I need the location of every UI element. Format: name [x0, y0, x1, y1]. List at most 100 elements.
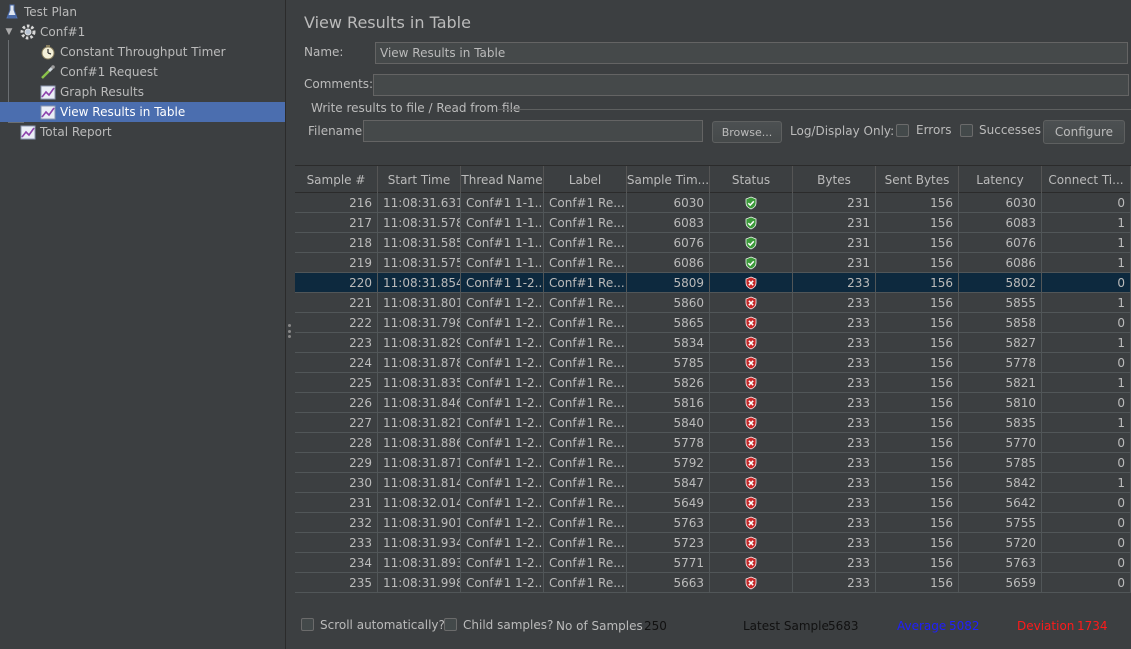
tree-item-view-results-in-table[interactable]: View Results in Table [0, 102, 285, 122]
cell-latency: 5827 [959, 333, 1042, 353]
error-shield-icon [710, 293, 793, 313]
comments-field[interactable] [373, 74, 1129, 96]
log-display-label: Log/Display Only: [790, 124, 895, 138]
table-row[interactable]: 234 11:08:31.893 Conf#1 1-2... Conf#1 Re...… [295, 553, 1131, 573]
name-field[interactable]: View Results in Table [375, 42, 1128, 64]
column-header[interactable]: Bytes [793, 166, 876, 193]
table-row[interactable]: 226 11:08:31.846 Conf#1 1-2... Conf#1 Re...… [295, 393, 1131, 413]
cell-bytes: 233 [793, 373, 876, 393]
cell-label: Conf#1 Re... [544, 253, 627, 273]
error-shield-icon [710, 313, 793, 333]
table-row[interactable]: 218 11:08:31.585 Conf#1 1-1... Conf#1 Re...… [295, 233, 1131, 253]
cell-sample: 218 [295, 233, 378, 253]
no-of-samples-label: No of Samples [556, 619, 643, 633]
tree-item-total-report[interactable]: Total Report [0, 122, 285, 142]
table-row[interactable]: 227 11:08:31.821 Conf#1 1-2... Conf#1 Re...… [295, 413, 1131, 433]
cell-connect: 0 [1042, 393, 1131, 413]
cell-sample: 223 [295, 333, 378, 353]
child-samples-checkbox[interactable] [444, 618, 457, 631]
table-row[interactable]: 231 11:08:32.014 Conf#1 1-2... Conf#1 Re...… [295, 493, 1131, 513]
cell-connect: 1 [1042, 473, 1131, 493]
tree-item-constant-throughput-timer[interactable]: Constant Throughput Timer [0, 42, 285, 62]
table-row[interactable]: 217 11:08:31.578 Conf#1 1-1... Conf#1 Re...… [295, 213, 1131, 233]
cell-sent: 156 [876, 513, 959, 533]
cell-sample: 227 [295, 413, 378, 433]
errors-checkbox[interactable] [896, 124, 909, 137]
cell-connect: 0 [1042, 273, 1131, 293]
cell-sent: 156 [876, 553, 959, 573]
deviation-label: Deviation [1017, 619, 1075, 633]
table-row[interactable]: 222 11:08:31.798 Conf#1 1-2... Conf#1 Re...… [295, 313, 1131, 333]
table-row[interactable]: 233 11:08:31.934 Conf#1 1-2... Conf#1 Re...… [295, 533, 1131, 553]
cell-start: 11:08:31.835 [378, 373, 461, 393]
scroll-automatically-label: Scroll automatically? [320, 618, 445, 632]
tree-item-label: View Results in Table [60, 105, 186, 119]
column-header[interactable]: Sample Tim... [627, 166, 710, 193]
column-header[interactable]: Latency [959, 166, 1042, 193]
cell-time: 6030 [627, 193, 710, 213]
table-row[interactable]: 221 11:08:31.801 Conf#1 1-2... Conf#1 Re...… [295, 293, 1131, 313]
cell-thread: Conf#1 1-2... [461, 413, 544, 433]
timer-icon [40, 44, 56, 60]
column-header[interactable]: Sent Bytes [876, 166, 959, 193]
column-header[interactable]: Connect Ti... [1042, 166, 1131, 193]
column-header[interactable]: Label [544, 166, 627, 193]
comments-label: Comments: [304, 77, 374, 91]
cell-label: Conf#1 Re... [544, 433, 627, 453]
tree-item-test-plan[interactable]: Test Plan [0, 2, 285, 22]
child-samples-label: Child samples? [463, 618, 554, 632]
cell-time: 5792 [627, 453, 710, 473]
cell-sample: 228 [295, 433, 378, 453]
table-row[interactable]: 230 11:08:31.814 Conf#1 1-2... Conf#1 Re...… [295, 473, 1131, 493]
tree-item-conf1-request[interactable]: Conf#1 Request [0, 62, 285, 82]
table-row[interactable]: 219 11:08:31.575 Conf#1 1-1... Conf#1 Re...… [295, 253, 1131, 273]
cell-label: Conf#1 Re... [544, 333, 627, 353]
cell-sent: 156 [876, 453, 959, 473]
cell-time: 6086 [627, 253, 710, 273]
table-row[interactable]: 220 11:08:31.854 Conf#1 1-2... Conf#1 Re...… [295, 273, 1131, 293]
cell-time: 5847 [627, 473, 710, 493]
error-shield-icon [710, 353, 793, 373]
cell-time: 5723 [627, 533, 710, 553]
tree-item-label: Constant Throughput Timer [60, 45, 226, 59]
column-header[interactable]: Sample # [295, 166, 378, 193]
cell-start: 11:08:31.578 [378, 213, 461, 233]
tree-item-graph-results[interactable]: Graph Results [0, 82, 285, 102]
cell-start: 11:08:31.893 [378, 553, 461, 573]
divider-grip-icon[interactable] [288, 324, 291, 338]
table-row[interactable]: 224 11:08:31.878 Conf#1 1-2... Conf#1 Re...… [295, 353, 1131, 373]
page-title: View Results in Table [304, 13, 471, 32]
cell-sample: 226 [295, 393, 378, 413]
filename-field[interactable] [363, 120, 703, 142]
cell-sent: 156 [876, 253, 959, 273]
cell-latency: 5802 [959, 273, 1042, 293]
cell-sample: 216 [295, 193, 378, 213]
table-row[interactable]: 216 11:08:31.631 Conf#1 1-1... Conf#1 Re...… [295, 193, 1131, 213]
table-row[interactable]: 228 11:08:31.886 Conf#1 1-2... Conf#1 Re...… [295, 433, 1131, 453]
table-row[interactable]: 229 11:08:31.871 Conf#1 1-2... Conf#1 Re...… [295, 453, 1131, 473]
cell-start: 11:08:31.901 [378, 513, 461, 533]
cell-thread: Conf#1 1-1... [461, 213, 544, 233]
cell-start: 11:08:31.998 [378, 573, 461, 593]
tree-item-conf1[interactable]: ▼ Conf#1 [0, 22, 285, 42]
table-row[interactable]: 225 11:08:31.835 Conf#1 1-2... Conf#1 Re...… [295, 373, 1131, 393]
results-table[interactable]: Sample # Start Time Thread Name Label Sample… [295, 165, 1131, 596]
error-shield-icon [710, 553, 793, 573]
chevron-down-icon[interactable]: ▼ [4, 27, 14, 37]
cell-sample: 222 [295, 313, 378, 333]
table-row[interactable]: 235 11:08:31.998 Conf#1 1-2... Conf#1 Re...… [295, 573, 1131, 593]
column-header[interactable]: Start Time [378, 166, 461, 193]
browse-button[interactable]: Browse... [712, 121, 782, 143]
cell-connect: 0 [1042, 453, 1131, 473]
cell-thread: Conf#1 1-2... [461, 533, 544, 553]
cell-connect: 1 [1042, 373, 1131, 393]
cell-label: Conf#1 Re... [544, 273, 627, 293]
table-row[interactable]: 232 11:08:31.901 Conf#1 1-2... Conf#1 Re...… [295, 513, 1131, 533]
column-header[interactable]: Status [710, 166, 793, 193]
successes-checkbox[interactable] [960, 124, 973, 137]
cell-connect: 1 [1042, 253, 1131, 273]
configure-button[interactable]: Configure [1043, 120, 1125, 144]
table-row[interactable]: 223 11:08:31.829 Conf#1 1-2... Conf#1 Re...… [295, 333, 1131, 353]
scroll-automatically-checkbox[interactable] [301, 618, 314, 631]
column-header[interactable]: Thread Name [461, 166, 544, 193]
